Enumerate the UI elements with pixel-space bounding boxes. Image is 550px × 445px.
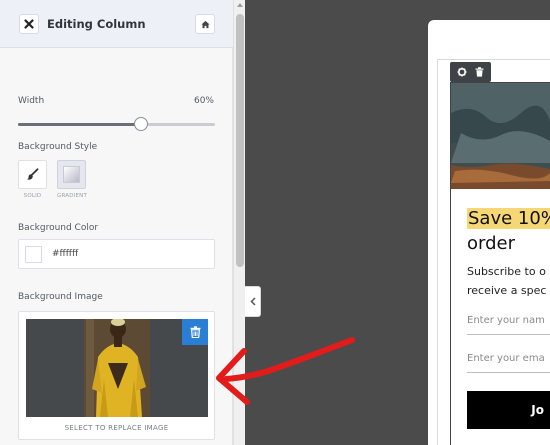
collapse-panel-button[interactable] bbox=[245, 286, 261, 317]
scroll-up-arrow-icon[interactable] bbox=[237, 3, 243, 7]
close-button[interactable] bbox=[19, 14, 39, 34]
gradient-icon bbox=[63, 166, 80, 183]
background-color-label: Background Color bbox=[18, 223, 99, 233]
style-gradient-button[interactable] bbox=[57, 160, 86, 189]
background-style-label: Background Style bbox=[18, 142, 98, 152]
panel-title: Editing Column bbox=[47, 17, 146, 31]
gear-icon[interactable] bbox=[457, 67, 467, 77]
scroll-thumb[interactable] bbox=[236, 14, 244, 267]
delete-column-icon[interactable] bbox=[475, 67, 484, 77]
width-slider[interactable] bbox=[18, 117, 215, 131]
background-image-label: Background Image bbox=[18, 292, 103, 302]
brush-icon bbox=[27, 168, 39, 180]
background-image-picker[interactable]: SELECT TO REPLACE IMAGE bbox=[18, 311, 215, 440]
color-swatch[interactable] bbox=[25, 246, 42, 263]
editor-panel: Editing Column Width 60% Background Styl… bbox=[0, 0, 233, 445]
close-icon bbox=[24, 19, 34, 29]
panel-scrollbar[interactable] bbox=[233, 0, 245, 445]
background-image-thumbnail[interactable] bbox=[26, 319, 208, 417]
panel-header: Editing Column bbox=[0, 0, 233, 48]
home-icon bbox=[200, 20, 210, 28]
width-value: 60% bbox=[193, 96, 214, 106]
width-label: Width bbox=[18, 96, 45, 106]
style-solid-button[interactable] bbox=[18, 160, 47, 189]
selected-column-outline[interactable] bbox=[450, 82, 550, 445]
home-button[interactable] bbox=[195, 14, 215, 34]
width-slider-fill bbox=[18, 123, 141, 126]
replace-image-label[interactable]: SELECT TO REPLACE IMAGE bbox=[19, 424, 214, 432]
delete-image-button[interactable] bbox=[182, 319, 208, 345]
chevron-left-icon bbox=[249, 297, 256, 306]
width-slider-handle[interactable] bbox=[134, 117, 148, 131]
background-color-field[interactable]: #ffffff bbox=[18, 239, 215, 269]
style-gradient-caption: GRADIENT bbox=[57, 193, 88, 199]
style-solid-caption: SOLID bbox=[23, 193, 42, 199]
color-value: #ffffff bbox=[52, 249, 79, 259]
column-toolbar bbox=[450, 62, 491, 82]
woman-in-yellow-suit-image bbox=[26, 319, 208, 417]
trash-icon bbox=[190, 326, 200, 338]
